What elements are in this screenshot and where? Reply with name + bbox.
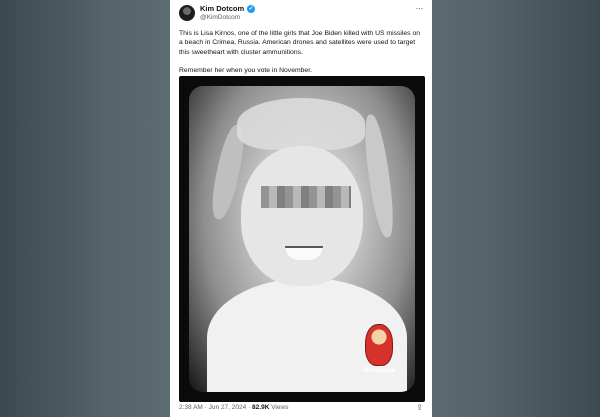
share-icon[interactable]: ⇪ [416,403,423,412]
photo-content: Матрёшка [189,86,415,392]
face-shape [241,146,363,286]
author-row: Kim Dotcom ✓ [200,4,256,13]
tweet-card: Kim Dotcom ✓ @KimDotcom ··· This is Lisa… [170,0,432,417]
eyes-blur-bar [261,186,351,208]
tweet-paragraph-2: Remember her when you vote in November. [179,67,312,75]
tweet-meta: 2:38 AM · Jun 27, 2024 · 82.9K Views [179,404,288,411]
views-count: 82.9K [252,404,270,411]
pigtail-right-shape [360,113,398,239]
tweet-photo[interactable]: Матрёшка [179,76,425,402]
matryoshka-doll-icon [365,324,393,366]
hair-shape [237,98,365,150]
more-options-icon[interactable]: ··· [416,3,424,13]
author-name[interactable]: Kim Dotcom [200,4,244,13]
avatar[interactable] [179,5,195,21]
badge-label: Матрёшка [362,367,396,374]
tweet-paragraph-1: This is Lisa Kirnos, one of the little g… [179,30,421,56]
views-label: Views [271,404,289,411]
meta-separator-2: · [248,404,251,411]
matryoshka-badge: Матрёшка [359,324,399,374]
tweet-date[interactable]: Jun 27, 2024 [209,404,247,411]
meta-separator: · [204,404,207,411]
verified-badge-icon: ✓ [247,4,256,13]
author-handle[interactable]: @KimDotcom [200,14,240,21]
tweet-time[interactable]: 2:38 AM [179,404,203,411]
